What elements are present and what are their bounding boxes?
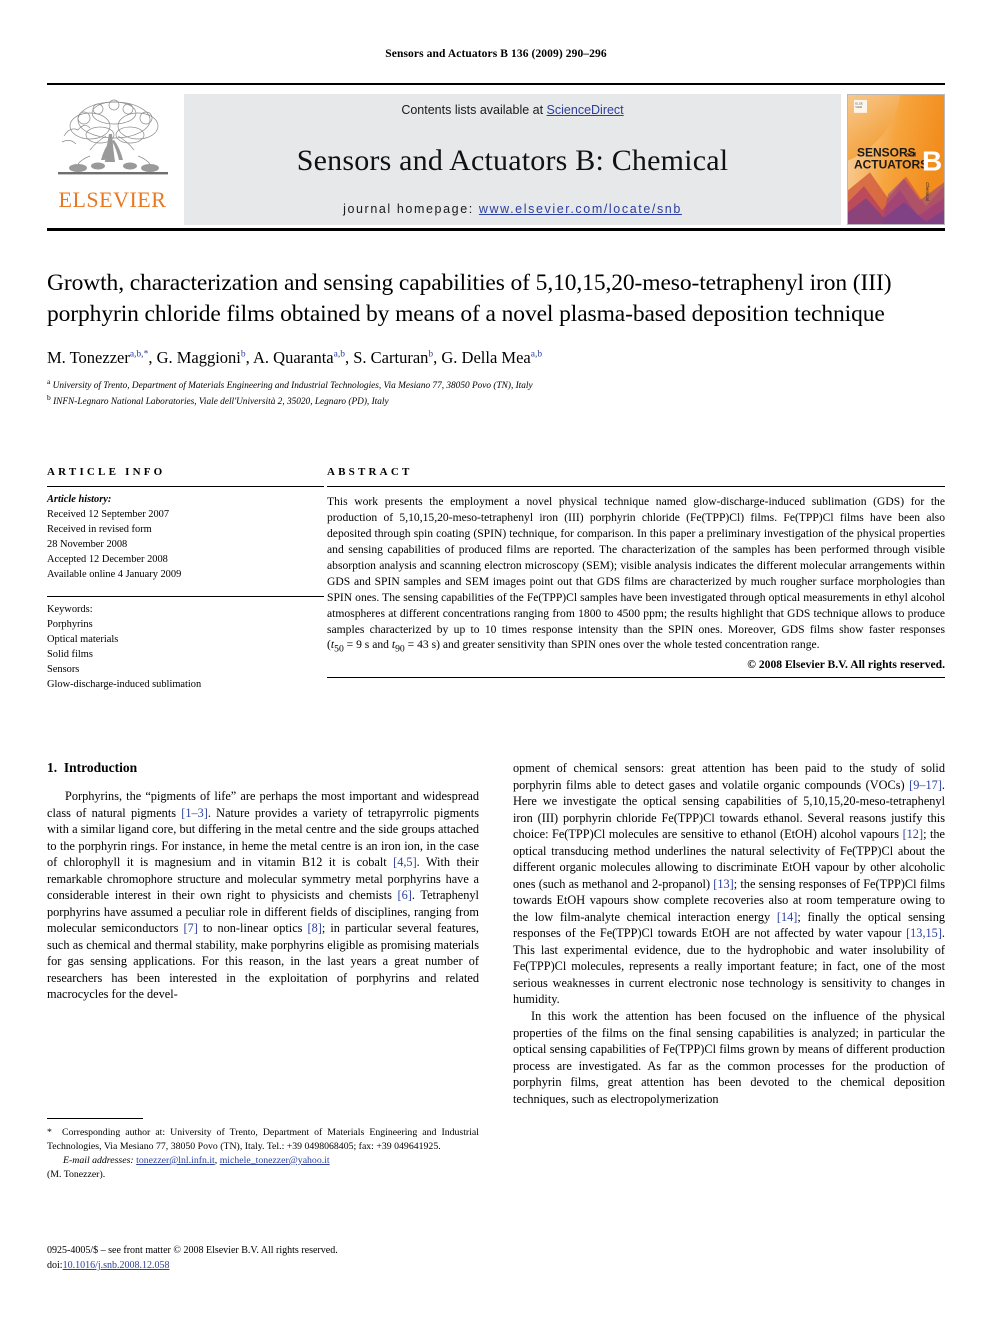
abstract-bottom-rule: [327, 677, 945, 679]
keywords-block: Keywords: Porphyrins Optical materials S…: [47, 597, 324, 693]
cover-artwork: ELSE VIER SENSORS and ACTUATORS B Chemic…: [848, 95, 944, 224]
affiliation-b-text: INFN-Legnaro National Laboratories, Vial…: [53, 397, 389, 408]
history-item: Received in revised form: [47, 523, 152, 535]
email-note: E-mail addresses: tonezzer@lnl.infn.it, …: [63, 1154, 330, 1166]
article-history-label: Article history:: [47, 494, 112, 505]
section-title-text: Introduction: [63, 760, 138, 775]
section-heading-introduction: 1. Introduction: [47, 760, 479, 776]
article-history: Article history: Received 12 September 2…: [47, 487, 324, 583]
masthead-bottom-rule: [47, 228, 945, 231]
journal-homepage-link[interactable]: www.elsevier.com/locate/snb: [479, 202, 682, 216]
journal-article-page: Sensors and Actuators B 136 (2009) 290–2…: [0, 0, 992, 1323]
doi-link[interactable]: 10.1016/j.snb.2008.12.058: [63, 1260, 170, 1271]
keyword-item: Sensors: [47, 663, 80, 675]
author-list: M. Tonezzera,b,*, G. Maggionib, A. Quara…: [47, 348, 543, 368]
contents-available-line: Contents lists available at ScienceDirec…: [184, 103, 841, 117]
imprint-block: 0925-4005/$ – see front matter © 2008 El…: [47, 1243, 479, 1273]
abstract-text: This work presents the employment a nove…: [327, 495, 945, 655]
doi-label: doi:: [47, 1260, 63, 1271]
running-head: Sensors and Actuators B 136 (2009) 290–2…: [385, 48, 607, 60]
svg-text:B: B: [922, 146, 942, 177]
title-block: Growth, characterization and sensing cap…: [47, 268, 945, 410]
history-item: Received 12 September 2007: [47, 508, 170, 520]
issn-copyright-line: 0925-4005/$ – see front matter © 2008 El…: [47, 1245, 338, 1256]
affiliation-b: b INFN-Legnaro National Laboratories, Vi…: [47, 393, 945, 410]
email-link-primary[interactable]: tonezzer@lnl.infn.it: [136, 1155, 215, 1166]
keywords-label: Keywords:: [47, 603, 93, 615]
body-columns: 1. Introduction Porphyrins, the “pigment…: [47, 760, 945, 1107]
svg-text:Chemical: Chemical: [925, 182, 930, 201]
keyword-item: Glow-discharge-induced sublimation: [47, 678, 202, 690]
affiliation-marker-b: b: [47, 393, 51, 403]
elsevier-tree-icon: [57, 99, 168, 175]
elsevier-wordmark: ELSEVIER: [58, 187, 167, 212]
journal-band: Contents lists available at ScienceDirec…: [184, 94, 841, 225]
affiliation-marker-a: a: [47, 376, 51, 386]
page-title: Growth, characterization and sensing cap…: [47, 270, 892, 327]
keyword-item: Optical materials: [47, 633, 119, 645]
intro-paragraph-right-2: In this work the attention has been focu…: [513, 1008, 945, 1106]
article-info-column: ARTICLE INFO Article history: Received 1…: [47, 466, 324, 693]
history-item: 28 November 2008: [47, 538, 128, 550]
homepage-prefix: journal homepage:: [343, 202, 479, 216]
intro-paragraph-right-1: opment of chemical sensors: great attent…: [513, 761, 946, 1007]
email-link-secondary[interactable]: michele_tonezzer@yahoo.it: [220, 1155, 330, 1166]
abstract-copyright: © 2008 Elsevier B.V. All rights reserved…: [747, 658, 945, 672]
intro-paragraph-left: Porphyrins, the “pigments of life” are p…: [47, 789, 479, 1002]
sciencedirect-link[interactable]: ScienceDirect: [547, 103, 624, 117]
journal-cover-thumbnail: ELSE VIER SENSORS and ACTUATORS B Chemic…: [847, 94, 945, 225]
keyword-item: Porphyrins: [47, 618, 93, 630]
svg-text:VIER: VIER: [855, 105, 862, 109]
svg-text:ACTUATORS: ACTUATORS: [854, 157, 928, 171]
journal-title: Sensors and Actuators B: Chemical: [296, 143, 729, 177]
info-abstract-region: ARTICLE INFO Article history: Received 1…: [47, 466, 945, 693]
affiliation-a-text: University of Trento, Department of Mate…: [52, 380, 533, 391]
body-column-left: 1. Introduction Porphyrins, the “pigment…: [47, 760, 479, 1107]
footnote-rule: [47, 1118, 143, 1119]
affiliation-a: a University of Trento, Department of Ma…: [47, 377, 945, 394]
doi-line: doi:10.1016/j.snb.2008.12.058: [47, 1258, 479, 1273]
email-attribution: (M. Tonezzer).: [47, 1168, 106, 1180]
abstract-column: ABSTRACT This work presents the employme…: [327, 466, 945, 693]
journal-homepage-line: journal homepage: www.elsevier.com/locat…: [184, 202, 841, 216]
affiliation-list: a University of Trento, Department of Ma…: [47, 377, 945, 410]
contents-prefix: Contents lists available at: [401, 103, 547, 117]
email-addresses-label: E-mail addresses:: [63, 1154, 134, 1166]
history-item: Accepted 12 December 2008: [47, 553, 168, 565]
elsevier-logo: ELSEVIER: [47, 94, 178, 225]
section-number: 1.: [47, 760, 58, 775]
journal-masthead: ELSEVIER Contents lists available at Sci…: [47, 83, 945, 225]
corresponding-author-note: * Corresponding author at: University of…: [47, 1127, 479, 1152]
footnote-block: * Corresponding author at: University of…: [47, 1118, 479, 1182]
body-column-right: opment of chemical sensors: great attent…: [513, 760, 945, 1107]
article-info-heading: ARTICLE INFO: [47, 466, 166, 478]
history-item: Available online 4 January 2009: [47, 568, 182, 580]
abstract-heading: ABSTRACT: [327, 466, 413, 478]
keyword-item: Solid films: [47, 648, 93, 660]
